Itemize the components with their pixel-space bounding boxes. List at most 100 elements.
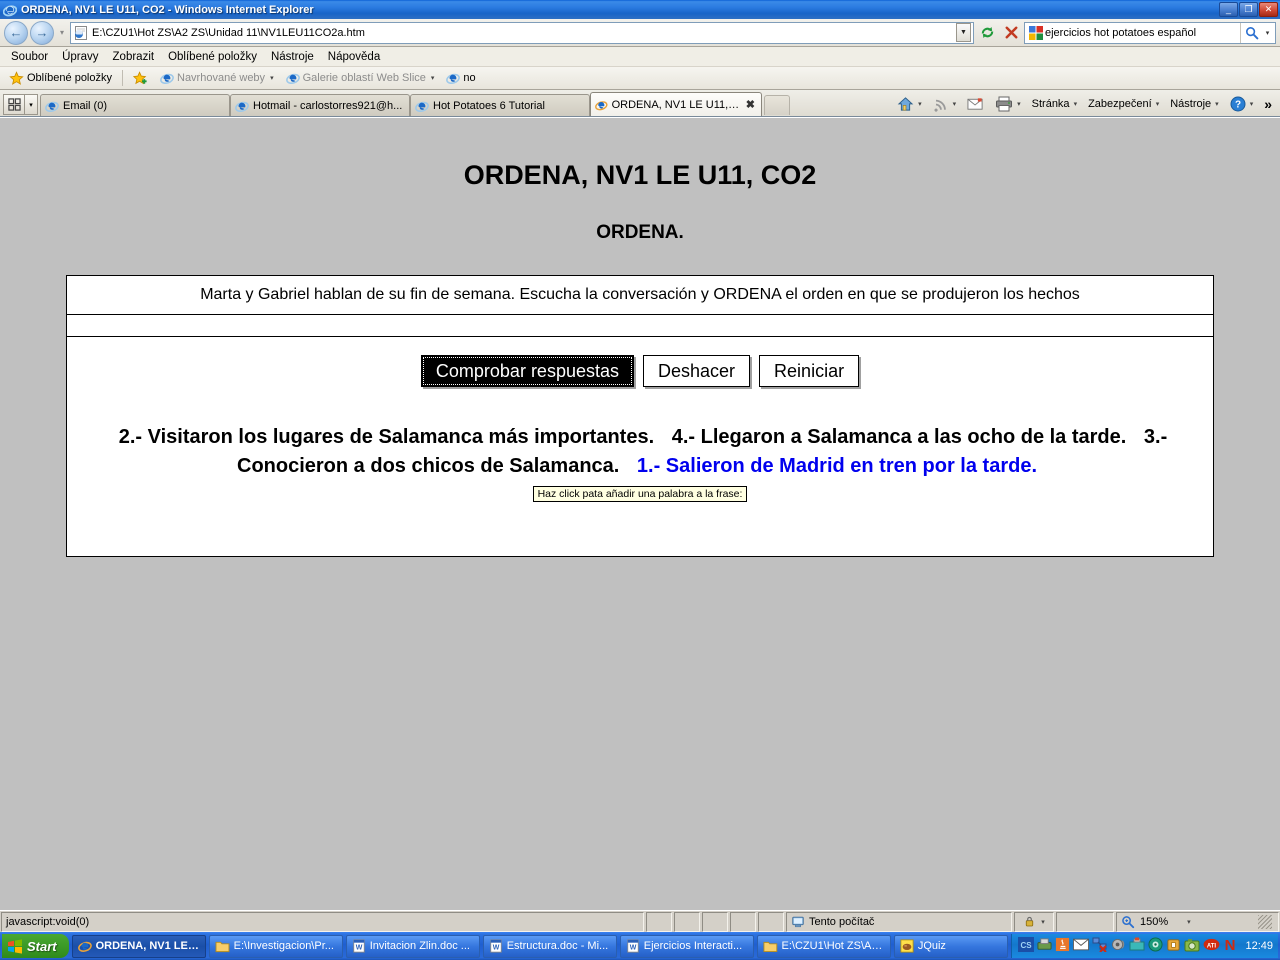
ie-icon: [235, 101, 249, 112]
svg-text:W: W: [629, 945, 636, 952]
status-slot-6: [1056, 911, 1114, 932]
taskbar-item-ejercicios-interactivos[interactable]: W Ejercicios Interacti...: [619, 934, 754, 958]
favbar-item-web-slice-gallery[interactable]: Galerie oblastí Web Slice ▾: [281, 70, 440, 86]
taskbar-item-estructura-doc[interactable]: W Estructura.doc - Mi...: [482, 934, 617, 958]
favorites-button[interactable]: Oblíbené položky: [4, 70, 117, 87]
taskbar-item-jquiz[interactable]: JQuiz: [893, 934, 1009, 958]
command-stranka[interactable]: Stránka ▾: [1027, 97, 1082, 111]
chevron-down-icon[interactable]: ▾: [1017, 100, 1021, 108]
clock[interactable]: 12:49: [1245, 940, 1273, 952]
cs-icon[interactable]: CS: [1018, 937, 1035, 955]
new-tab-button[interactable]: [764, 95, 790, 115]
chevron-down-icon[interactable]: ▾: [918, 100, 922, 108]
taskbar-label-ejercicios-interactivos: Ejercicios Interacti...: [643, 940, 743, 952]
minimize-button[interactable]: _: [1219, 2, 1238, 17]
chevron-down-icon[interactable]: ▾: [1074, 100, 1078, 108]
tab-email[interactable]: Email (0): [40, 94, 230, 116]
zoom-control[interactable]: 150% ▾: [1116, 911, 1279, 932]
search-go-button[interactable]: [1240, 22, 1262, 43]
menu-nastroje[interactable]: Nástroje: [264, 49, 321, 65]
toolbox-icon[interactable]: [1129, 937, 1145, 955]
resize-grip[interactable]: [1258, 914, 1272, 929]
stop-button[interactable]: [1000, 22, 1022, 44]
menu-napoveda[interactable]: Nápověda: [321, 49, 387, 65]
forward-button[interactable]: →: [30, 20, 54, 45]
close-button[interactable]: ✕: [1259, 2, 1278, 17]
chevron-down-icon[interactable]: ▾: [1041, 918, 1045, 926]
quick-tabs-button[interactable]: [3, 94, 25, 115]
favbar-label-web-slice-gallery: Galerie oblastí Web Slice: [302, 72, 426, 84]
command-bar-overflow-button[interactable]: »: [1259, 95, 1277, 113]
search-options-caret-icon[interactable]: ▾: [1262, 29, 1273, 37]
system-tray: CS ATI N 12:49: [1011, 934, 1278, 958]
tab-list-caret-icon[interactable]: ▾: [25, 94, 38, 115]
status-slot-1: [646, 911, 672, 932]
chevron-down-icon[interactable]: ▾: [1215, 100, 1219, 108]
segment-item[interactable]: 4.- Llegaron a Salamanca a las ocho de l…: [672, 426, 1127, 448]
check-answers-button[interactable]: Comprobar respuestas: [420, 355, 634, 388]
ie-icon: [595, 100, 608, 110]
ie-icon: [415, 101, 429, 112]
segment-item[interactable]: 2.- Visitaron los lugares de Salamanca m…: [119, 426, 654, 448]
tab-close-icon[interactable]: ✖: [746, 98, 755, 111]
search-input[interactable]: ejercicios hot potatoes español ▾: [1024, 21, 1276, 44]
menu-oblibene-polozky[interactable]: Oblíbené položky: [161, 49, 264, 65]
camera-icon[interactable]: [1184, 938, 1200, 955]
undo-button[interactable]: Deshacer: [643, 355, 751, 388]
recent-pages-caret-icon[interactable]: ▾: [56, 28, 68, 37]
chevron-down-icon[interactable]: ▾: [1250, 100, 1254, 108]
chevron-down-icon[interactable]: ▾: [1187, 918, 1191, 926]
command-nastroje[interactable]: Nástroje ▾: [1165, 97, 1223, 111]
chevron-down-icon[interactable]: ▾: [270, 74, 274, 82]
chevron-down-icon[interactable]: ▾: [431, 74, 435, 82]
favbar-item-navrhovane-weby[interactable]: Navrhované weby ▾: [155, 70, 279, 86]
volume-icon[interactable]: [1111, 937, 1126, 955]
network-disconnected-icon[interactable]: [1092, 937, 1108, 955]
feeds-button[interactable]: ▾: [928, 95, 962, 113]
taskbar-item-invitacion-zlin[interactable]: W Invitacion Zlin.doc ...: [345, 934, 480, 958]
segment-item-selected[interactable]: 1.- Salieron de Madrid en tren por la ta…: [637, 455, 1037, 477]
command-zabezpeceni[interactable]: Zabezpečení ▾: [1083, 97, 1164, 111]
quick-tabs-icon: [7, 98, 21, 111]
chevron-down-icon[interactable]: ▾: [953, 100, 957, 108]
taskbar-label-czu1-folder: E:\CZU1\Hot ZS\A2...: [781, 940, 885, 952]
add-to-favorites-bar-button[interactable]: [128, 70, 153, 87]
taskbar-label-ordena: ORDENA, NV1 LE ...: [95, 940, 200, 952]
tab-hot-potatoes-tutorial[interactable]: Hot Potatoes 6 Tutorial: [410, 94, 590, 116]
scanner-icon[interactable]: [1037, 937, 1052, 955]
java-icon[interactable]: [1055, 937, 1070, 955]
menu-zobrazit[interactable]: Zobrazit: [106, 49, 162, 65]
protected-mode-indicator[interactable]: ▾: [1014, 911, 1054, 932]
address-dropdown-caret-icon[interactable]: ▼: [956, 23, 971, 42]
tab-ordena[interactable]: ORDENA, NV1 LE U11, CO2 ✖: [590, 92, 762, 116]
status-text: javascript:void(0): [1, 911, 644, 932]
green-disc-icon[interactable]: [1148, 937, 1163, 955]
menu-soubor[interactable]: Soubor: [4, 49, 55, 65]
chevron-down-icon[interactable]: ▾: [1156, 100, 1160, 108]
security-icon[interactable]: [1166, 937, 1181, 955]
restart-button[interactable]: Reiniciar: [759, 355, 860, 388]
mail-button[interactable]: [962, 96, 989, 112]
favbar-item-no[interactable]: no: [441, 70, 480, 86]
restore-button[interactable]: ❐: [1239, 2, 1258, 17]
ati-icon[interactable]: ATI: [1203, 938, 1220, 954]
print-button[interactable]: ▾: [990, 95, 1026, 113]
help-button[interactable]: ? ▾: [1225, 95, 1259, 113]
security-zone[interactable]: Tento počítač: [786, 911, 1012, 932]
start-button[interactable]: Start: [2, 934, 69, 958]
svg-text:ATI: ATI: [1207, 943, 1217, 949]
taskbar-item-ordena[interactable]: ORDENA, NV1 LE ...: [71, 934, 206, 958]
menu-upravy[interactable]: Úpravy: [55, 49, 105, 65]
address-input[interactable]: E:\CZU1\Hot ZS\A2 ZS\Unidad 11\NV1LEU11C…: [70, 21, 974, 44]
tab-hotmail[interactable]: Hotmail - carlostorres921@h...: [230, 94, 410, 116]
norton-icon[interactable]: N: [1223, 937, 1237, 955]
tab-label-hotmail: Hotmail - carlostorres921@h...: [253, 99, 403, 112]
back-button[interactable]: ←: [4, 20, 28, 45]
taskbar-item-czu1-folder[interactable]: E:\CZU1\Hot ZS\A2...: [756, 934, 891, 958]
star-add-icon: [133, 70, 147, 84]
mail-icon[interactable]: [1073, 938, 1090, 954]
taskbar-item-investigacion-folder[interactable]: E:\Investigacion\Pr...: [208, 934, 343, 958]
segments-area: 2.- Visitaron los lugares de Salamanca m…: [77, 423, 1203, 481]
home-button[interactable]: ▾: [892, 95, 927, 113]
refresh-button[interactable]: [976, 22, 998, 44]
